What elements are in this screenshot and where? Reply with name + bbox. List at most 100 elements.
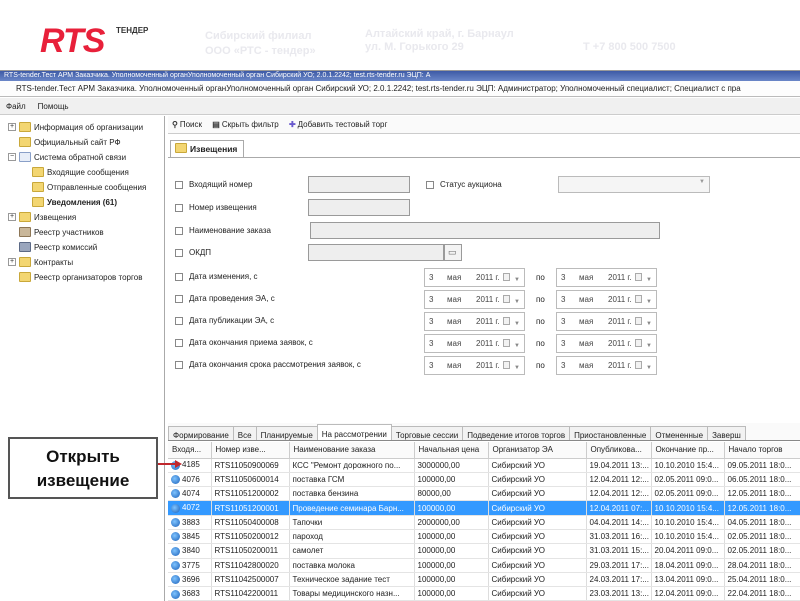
calendar-icon[interactable] — [503, 339, 510, 347]
notice-no-checkbox[interactable] — [175, 204, 183, 212]
calendar-icon[interactable] — [503, 295, 510, 303]
date-row[interactable]: Дата окончания срока рассмотрения заявок… — [175, 358, 361, 372]
date-from-picker[interactable]: 3мая2011 г.▼ — [424, 312, 525, 331]
date-row[interactable]: Дата проведения ЭА, с — [175, 292, 275, 306]
okdp-field[interactable] — [308, 244, 444, 261]
search-button[interactable]: ⚲Поиск — [172, 116, 202, 134]
chevron-down-icon[interactable]: ▼ — [646, 294, 652, 311]
okdp-picker-button[interactable]: ▭ — [444, 244, 462, 261]
auction-status-select[interactable]: ▼ — [558, 176, 710, 193]
calendar-icon[interactable] — [635, 295, 642, 303]
collapse-icon[interactable]: − — [8, 153, 16, 161]
chevron-down-icon[interactable]: ▼ — [514, 294, 520, 311]
tree-item-participants[interactable]: Реестр участников — [0, 225, 164, 240]
date-from-picker[interactable]: 3мая2011 г.▼ — [424, 290, 525, 309]
chevron-down-icon[interactable]: ▼ — [646, 360, 652, 377]
table-row[interactable]: 4074RTS11051200002поставка бензина80000,… — [168, 487, 800, 501]
tab-notices[interactable]: Извещения — [170, 140, 244, 157]
column-header[interactable]: Опубликова... — [586, 442, 651, 458]
calendar-icon[interactable] — [503, 317, 510, 325]
chevron-down-icon[interactable]: ▼ — [514, 316, 520, 333]
date-from-picker[interactable]: 3мая2011 г.▼ — [424, 334, 525, 353]
column-header[interactable]: Окончание пр... — [651, 442, 724, 458]
column-header[interactable]: Номер изве... — [211, 442, 289, 458]
date-to-picker[interactable]: 3мая2011 г.▼ — [556, 268, 657, 287]
incoming-no-field[interactable] — [308, 176, 410, 193]
status-tab[interactable]: Подведение итогов торгов — [462, 426, 570, 441]
date-row[interactable]: Дата окончания приема заявок, с — [175, 336, 313, 350]
column-header[interactable]: Начальная цена — [414, 442, 488, 458]
column-header[interactable]: Организатор ЭА — [488, 442, 586, 458]
incoming-no-row[interactable]: Входящий номер — [175, 178, 252, 192]
status-tab[interactable]: Все — [233, 426, 257, 441]
order-name-field[interactable] — [310, 222, 660, 239]
tree-item-inbox[interactable]: Входящие сообщения — [0, 165, 164, 180]
chevron-down-icon[interactable]: ▼ — [646, 272, 652, 289]
table-row[interactable]: 4076RTS11050600014поставка ГСМ100000,00С… — [168, 472, 800, 486]
expand-icon[interactable]: + — [8, 258, 16, 266]
date-row-checkbox[interactable] — [175, 273, 183, 281]
date-row[interactable]: Дата публикации ЭА, с — [175, 314, 274, 328]
date-to-picker[interactable]: 3мая2011 г.▼ — [556, 334, 657, 353]
calendar-icon[interactable] — [503, 273, 510, 281]
chevron-down-icon[interactable]: ▼ — [514, 360, 520, 377]
table-row[interactable]: 3683RTS11042200011Товары медицинского на… — [168, 587, 800, 601]
tree-item-contracts[interactable]: +Контракты — [0, 255, 164, 270]
menu-help[interactable]: Помощь — [32, 98, 75, 115]
tree-item-feedback[interactable]: −Система обратной связи — [0, 150, 164, 165]
date-row-checkbox[interactable] — [175, 317, 183, 325]
date-to-picker[interactable]: 3мая2011 г.▼ — [556, 356, 657, 375]
calendar-icon[interactable] — [503, 361, 510, 369]
chevron-down-icon[interactable]: ▼ — [514, 272, 520, 289]
table-row[interactable]: 3845RTS11050200012пароход100000,00Сибирс… — [168, 529, 800, 543]
table-row[interactable]: 4072RTS11051200001Проведение семинара Ба… — [168, 501, 800, 515]
expand-icon[interactable]: + — [8, 123, 16, 131]
status-tab[interactable]: Заверш — [707, 426, 746, 441]
calendar-icon[interactable] — [635, 317, 642, 325]
order-name-checkbox[interactable] — [175, 227, 183, 235]
table-row[interactable]: 3775RTS11042800020поставка молока100000,… — [168, 558, 800, 572]
chevron-down-icon[interactable]: ▼ — [646, 338, 652, 355]
table-row[interactable]: 3696RTS11042500007Техническое задание те… — [168, 572, 800, 586]
calendar-icon[interactable] — [635, 273, 642, 281]
status-tab[interactable]: Планируемые — [256, 426, 318, 441]
chevron-down-icon[interactable]: ▼ — [646, 316, 652, 333]
date-row-checkbox[interactable] — [175, 361, 183, 369]
incoming-no-checkbox[interactable] — [175, 181, 183, 189]
order-name-row[interactable]: Наименование заказа — [175, 224, 271, 238]
notice-no-field[interactable] — [308, 199, 410, 216]
status-tab[interactable]: На рассмотрении — [317, 424, 392, 441]
status-tab[interactable]: Приостановленные — [569, 426, 651, 441]
column-header[interactable]: Начало торгов — [724, 442, 800, 458]
date-to-picker[interactable]: 3мая2011 г.▼ — [556, 312, 657, 331]
menu-file[interactable]: Файл — [0, 98, 32, 115]
okdp-checkbox[interactable] — [175, 249, 183, 257]
column-header[interactable]: Наименование заказа — [289, 442, 414, 458]
calendar-icon[interactable] — [635, 361, 642, 369]
date-from-picker[interactable]: 3мая2011 г.▼ — [424, 268, 525, 287]
date-row-checkbox[interactable] — [175, 295, 183, 303]
tree-item-org-info[interactable]: +Информация об организации — [0, 120, 164, 135]
chevron-down-icon[interactable]: ▼ — [514, 338, 520, 355]
tree-item-notifications[interactable]: Уведомления (61) — [0, 195, 164, 210]
table-row[interactable]: 4185RTS11050900069КСС "Ремонт дорожного … — [168, 458, 800, 472]
calendar-icon[interactable] — [635, 339, 642, 347]
date-from-picker[interactable]: 3мая2011 г.▼ — [424, 356, 525, 375]
add-test-button[interactable]: ✚Добавить тестовый торг — [289, 116, 387, 134]
auction-status-row[interactable]: Статус аукциона — [426, 178, 502, 192]
table-row[interactable]: 3883RTS11050400008Тапочки2000000,00Сибир… — [168, 515, 800, 529]
table-row[interactable]: 3840RTS11050200011самолет100000,00Сибирс… — [168, 544, 800, 558]
auction-status-checkbox[interactable] — [426, 181, 434, 189]
tree-item-notices[interactable]: +Извещения — [0, 210, 164, 225]
tree-item-sent[interactable]: Отправленные сообщения — [0, 180, 164, 195]
status-tab[interactable]: Формирование — [168, 426, 234, 441]
notice-no-row[interactable]: Номер извещения — [175, 201, 257, 215]
expand-icon[interactable]: + — [8, 213, 16, 221]
status-tab[interactable]: Отмененные — [650, 426, 708, 441]
tree-item-official-site[interactable]: Официальный сайт РФ — [0, 135, 164, 150]
okdp-row[interactable]: ОКДП — [175, 246, 211, 260]
date-row-checkbox[interactable] — [175, 339, 183, 347]
tree-item-commissions[interactable]: Реестр комиссий — [0, 240, 164, 255]
date-to-picker[interactable]: 3мая2011 г.▼ — [556, 290, 657, 309]
column-header[interactable]: Входя... — [168, 442, 211, 458]
